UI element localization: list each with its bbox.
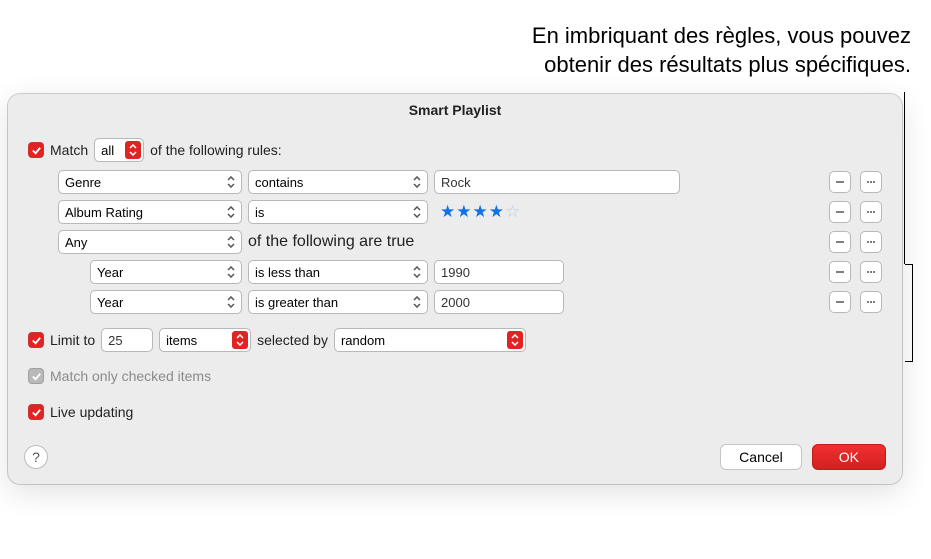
annotation-text: En imbriquant des règles, vous pouvez ob… <box>532 22 911 79</box>
chevron-updown-icon <box>125 141 141 159</box>
annotation-line1: En imbriquant des règles, vous pouvez <box>532 22 911 51</box>
chevron-updown-icon <box>223 263 239 281</box>
rule-operator-popup[interactable]: is <box>248 200 428 224</box>
star-outline-icon: ☆ <box>505 202 520 222</box>
limit-selected-by-label: selected by <box>257 332 328 348</box>
chevron-updown-icon <box>223 173 239 191</box>
chevron-updown-icon <box>409 203 425 221</box>
annotation-bracket <box>905 264 913 362</box>
options-block: Limit to 25 items selected by random <box>28 326 882 426</box>
rule-field-popup[interactable]: Genre <box>58 170 242 194</box>
add-rule-button[interactable] <box>860 201 882 223</box>
star-icon: ★ <box>456 202 471 222</box>
limit-row: Limit to 25 items selected by random <box>28 326 882 354</box>
chevron-updown-icon <box>409 263 425 281</box>
remove-rule-button[interactable] <box>829 261 851 283</box>
help-icon: ? <box>32 449 40 465</box>
match-row: Match all of the following rules: <box>28 136 882 164</box>
rule-row: Album Rating is ★ ★ ★ <box>58 200 882 224</box>
annotation-line2: obtenir des résultats plus spécifiques. <box>532 51 911 80</box>
match-prefix: Match <box>50 142 88 158</box>
limit-prefix: Limit to <box>50 332 95 348</box>
rule-row: Genre contains Rock <box>58 170 882 194</box>
rule-field-popup[interactable]: Year <box>90 290 242 314</box>
rule-field-popup[interactable]: Year <box>90 260 242 284</box>
rule-group-row: Any of the following are true <box>58 230 882 254</box>
live-updating-row: Live updating <box>28 398 882 426</box>
nested-rule-row: Year is less than 1990 <box>90 260 882 284</box>
star-icon: ★ <box>473 202 488 222</box>
add-rule-button[interactable] <box>860 231 882 253</box>
match-suffix: of the following rules: <box>150 142 282 158</box>
limit-checkbox[interactable] <box>28 332 44 348</box>
chevron-updown-icon <box>223 233 239 251</box>
rule-value-input[interactable]: 2000 <box>434 290 564 314</box>
rule-value-input[interactable]: 1990 <box>434 260 564 284</box>
chevron-updown-icon <box>223 293 239 311</box>
match-checkbox[interactable] <box>28 142 44 158</box>
match-checked-label: Match only checked items <box>50 368 211 384</box>
match-checked-row: Match only checked items <box>28 362 882 390</box>
remove-rule-button[interactable] <box>829 231 851 253</box>
ok-button[interactable]: OK <box>812 444 886 470</box>
nested-rule-row: Year is greater than 2000 <box>90 290 882 314</box>
rule-operator-popup[interactable]: is less than <box>248 260 428 284</box>
match-mode-popup[interactable]: all <box>94 138 144 162</box>
rule-group-mode-popup[interactable]: Any <box>58 230 242 254</box>
rule-operator-popup[interactable]: contains <box>248 170 428 194</box>
rule-rating-stars[interactable]: ★ ★ ★ ★ ☆ <box>434 200 526 224</box>
remove-rule-button[interactable] <box>829 201 851 223</box>
rule-group-suffix: of the following are true <box>248 233 414 251</box>
live-updating-checkbox[interactable] <box>28 404 44 420</box>
chevron-updown-icon <box>223 203 239 221</box>
remove-rule-button[interactable] <box>829 171 851 193</box>
match-checked-checkbox <box>28 368 44 384</box>
chevron-updown-icon <box>409 293 425 311</box>
rule-field-popup[interactable]: Album Rating <box>58 200 242 224</box>
limit-unit-popup[interactable]: items <box>159 328 251 352</box>
remove-rule-button[interactable] <box>829 291 851 313</box>
add-rule-button[interactable] <box>860 171 882 193</box>
limit-method-popup[interactable]: random <box>334 328 526 352</box>
match-mode-value: all <box>101 143 114 158</box>
annotation-leader-line <box>904 92 905 264</box>
help-button[interactable]: ? <box>24 445 48 469</box>
star-icon: ★ <box>489 202 504 222</box>
rule-value-input[interactable]: Rock <box>434 170 680 194</box>
chevron-updown-icon <box>232 331 248 349</box>
live-updating-label: Live updating <box>50 404 133 420</box>
star-icon: ★ <box>440 202 455 222</box>
rule-operator-popup[interactable]: is greater than <box>248 290 428 314</box>
rules-block: Genre contains Rock <box>58 170 882 314</box>
chevron-updown-icon <box>507 331 523 349</box>
dialog-footer: ? Cancel OK <box>8 434 902 470</box>
add-rule-button[interactable] <box>860 261 882 283</box>
smart-playlist-dialog: Smart Playlist Match all of the followin… <box>8 94 902 484</box>
dialog-title: Smart Playlist <box>8 94 902 128</box>
cancel-button[interactable]: Cancel <box>720 444 802 470</box>
add-rule-button[interactable] <box>860 291 882 313</box>
chevron-updown-icon <box>409 173 425 191</box>
limit-count-input[interactable]: 25 <box>101 328 153 352</box>
